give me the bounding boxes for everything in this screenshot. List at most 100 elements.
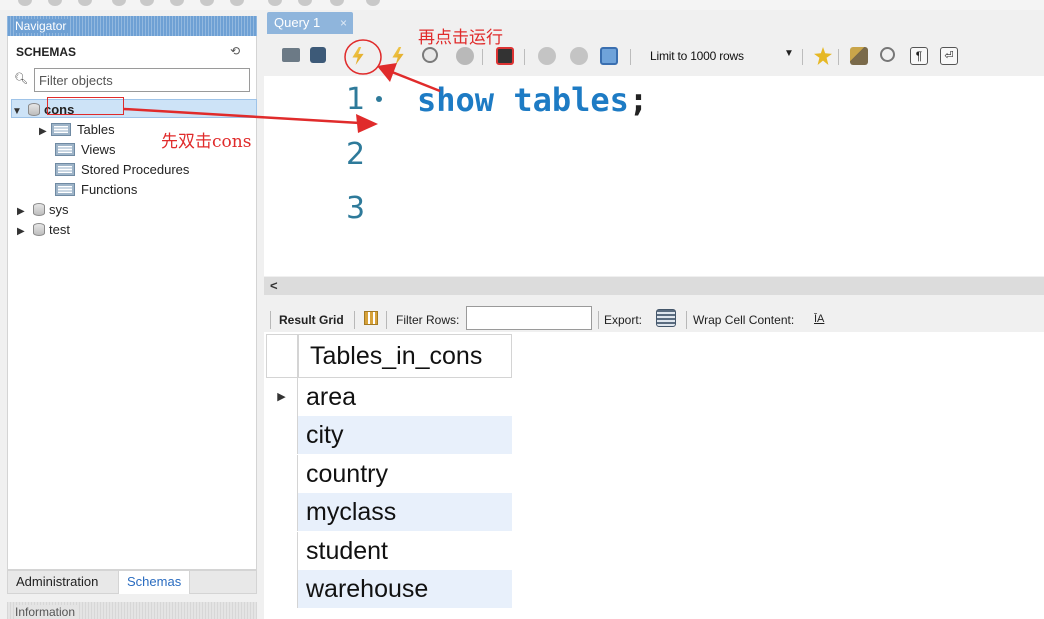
toolbar-separator	[598, 311, 599, 329]
result-grid-button[interactable]: Result Grid	[279, 313, 344, 327]
grid-cell[interactable]: warehouse	[298, 570, 512, 608]
tree-label: Functions	[81, 182, 138, 197]
tree-item-test[interactable]: ▶ test	[17, 220, 70, 239]
limit-rows-select[interactable]: Limit to 1000 rows	[650, 49, 744, 63]
grid-cell[interactable]: country	[298, 455, 512, 493]
table-row[interactable]: country	[266, 455, 512, 493]
line-number: 1	[346, 82, 366, 117]
export-label: Export:	[604, 313, 643, 327]
tree-label: test	[49, 222, 70, 237]
toolbar-icon[interactable]	[140, 0, 154, 6]
toolbar-separator	[838, 49, 839, 65]
grid-cell[interactable]: area	[298, 378, 512, 416]
find-icon[interactable]	[880, 47, 895, 62]
toggle-error-icon[interactable]	[496, 47, 514, 65]
toolbar-icon[interactable]	[48, 0, 62, 6]
wrap-lines-icon[interactable]: ⏎	[940, 47, 958, 65]
table-row[interactable]: warehouse	[266, 570, 512, 608]
expand-right-icon[interactable]: ▶	[17, 202, 29, 221]
annotation-double-click: 先双击cons	[161, 132, 252, 152]
navigator-bottom-tabs: Administration Schemas	[7, 570, 257, 594]
toolbar-separator	[686, 311, 687, 329]
wrap-cell-icon[interactable]: ĪA	[814, 313, 824, 325]
refresh-icon[interactable]: ⟲	[230, 44, 240, 58]
sql-semicolon: ;	[628, 81, 649, 119]
row-header	[266, 532, 298, 570]
annotation-box-cons	[47, 97, 124, 115]
scroll-left-icon[interactable]: <	[270, 277, 278, 295]
grid-cell[interactable]: myclass	[298, 493, 512, 531]
result-toolbar: Result Grid Filter Rows: Export: Wrap Ce…	[264, 304, 1044, 332]
toolbar-icon[interactable]	[330, 0, 344, 6]
grid-cell[interactable]: student	[298, 532, 512, 570]
toolbar-icon[interactable]	[366, 0, 380, 6]
commit-icon[interactable]	[538, 47, 556, 65]
execute-lightning-icon[interactable]	[352, 47, 364, 65]
invisible-chars-icon[interactable]: ¶	[910, 47, 928, 65]
tree-item-functions[interactable]: Functions	[55, 180, 137, 199]
close-icon[interactable]: ×	[340, 12, 347, 34]
form-editor-icon[interactable]	[364, 311, 378, 325]
execute-current-icon[interactable]	[392, 47, 404, 65]
bookmark-star-icon[interactable]	[814, 47, 832, 65]
toolbar-icon[interactable]	[200, 0, 214, 6]
tab-schemas[interactable]: Schemas	[118, 571, 191, 594]
tree-item-stored-procedures[interactable]: Stored Procedures	[55, 160, 189, 179]
query-tab-label: Query 1	[274, 15, 321, 30]
current-row-arrow-icon: ▶	[266, 378, 298, 416]
toolbar-separator	[802, 49, 803, 65]
row-header	[266, 455, 298, 493]
tree-item-sys[interactable]: ▶ sys	[17, 200, 69, 219]
export-icon[interactable]	[656, 309, 676, 327]
toolbar-separator	[524, 49, 525, 65]
annotation-run-again: 再点击运行	[418, 28, 503, 48]
autocommit-icon[interactable]	[600, 47, 618, 65]
table-row[interactable]: ▶ area	[266, 378, 512, 416]
expand-down-icon[interactable]: ▼	[12, 102, 24, 121]
statement-marker	[376, 96, 382, 102]
toolbar-separator	[386, 311, 387, 329]
toolbar-icon[interactable]	[78, 0, 92, 6]
toolbar-icon[interactable]	[170, 0, 184, 6]
sql-editor[interactable]: 1 show tables; 2 3	[264, 76, 1044, 276]
information-title: Information	[15, 605, 80, 619]
sql-code-line[interactable]: show tables;	[417, 81, 648, 119]
database-icon	[33, 223, 45, 236]
toolbar-separator	[630, 49, 631, 65]
filter-objects-input[interactable]	[34, 68, 250, 92]
save-icon[interactable]	[310, 47, 326, 63]
explain-icon[interactable]	[422, 47, 438, 63]
expand-right-icon[interactable]: ▶	[39, 122, 51, 141]
database-icon	[28, 103, 40, 116]
toolbar-icon[interactable]	[112, 0, 126, 6]
chevron-down-icon[interactable]: ▼	[784, 48, 794, 59]
table-row[interactable]: city	[266, 416, 512, 454]
table-row[interactable]: myclass	[266, 493, 512, 531]
filter-rows-input[interactable]	[466, 306, 592, 330]
tree-item-tables[interactable]: ▶ Tables	[39, 120, 115, 139]
filter-rows-label: Filter Rows:	[396, 313, 460, 327]
rollback-icon[interactable]	[570, 47, 588, 65]
beautify-icon[interactable]	[850, 47, 868, 65]
table-row[interactable]: student	[266, 532, 512, 570]
stop-icon[interactable]	[456, 47, 474, 65]
row-header	[266, 493, 298, 531]
expand-right-icon[interactable]: ▶	[17, 222, 29, 241]
line-number: 3	[346, 191, 366, 226]
database-icon	[33, 203, 45, 216]
tab-query-1[interactable]: Query 1 ×	[267, 12, 353, 34]
toolbar-separator	[270, 311, 271, 329]
tree-item-views[interactable]: Views	[55, 140, 115, 159]
horizontal-scrollbar[interactable]: <	[264, 277, 1044, 295]
filter-wrap: 🔍︎	[12, 68, 252, 92]
result-grid-area: Tables_in_cons ▶ area city country mycla…	[264, 332, 1044, 619]
toolbar-icon[interactable]	[18, 0, 32, 6]
grid-cell[interactable]: city	[298, 416, 512, 454]
toolbar-icon[interactable]	[298, 0, 312, 6]
toolbar-separator	[354, 311, 355, 329]
column-header-tables-in-cons[interactable]: Tables_in_cons	[298, 334, 512, 378]
open-file-icon[interactable]	[282, 48, 300, 62]
toolbar-icon[interactable]	[230, 0, 244, 6]
tab-administration[interactable]: Administration	[8, 571, 106, 594]
toolbar-icon[interactable]	[268, 0, 282, 6]
